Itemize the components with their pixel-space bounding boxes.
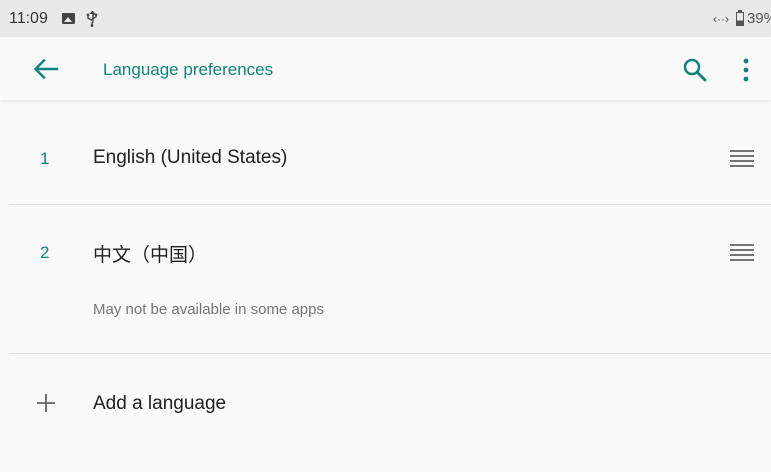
battery-percent: 39% (746, 10, 771, 27)
search-icon[interactable] (682, 57, 708, 83)
drag-handle-icon[interactable] (730, 149, 754, 167)
language-note: May not be available in some apps (93, 301, 324, 318)
status-right: ‹··› 39% (712, 9, 771, 27)
image-icon (61, 13, 75, 24)
status-left: 11:09 (9, 10, 99, 28)
drag-handle-icon[interactable] (730, 243, 754, 261)
list-item-language-2[interactable]: 2 中文（中国） May not be available in some ap… (0, 205, 771, 353)
add-language-button[interactable]: Add a language (0, 354, 771, 454)
status-time: 11:09 (9, 9, 48, 27)
app-bar: Language preferences (0, 37, 771, 100)
page-title: Language preferences (103, 60, 274, 79)
data-transfer-icon: ‹··› (712, 11, 729, 26)
add-language-label: Add a language (93, 393, 227, 414)
usb-icon (86, 10, 98, 27)
language-label: English (United States) (93, 147, 288, 168)
language-order-number: 2 (40, 243, 50, 262)
battery-icon (735, 9, 744, 26)
back-arrow-icon[interactable] (33, 57, 59, 81)
more-vert-icon[interactable] (740, 57, 752, 83)
list-item-language-1[interactable]: 1 English (United States) (0, 101, 771, 204)
language-order-number: 1 (40, 149, 50, 168)
plus-icon (37, 394, 55, 412)
language-label: 中文（中国） (93, 245, 208, 266)
status-bar: 11:09 ‹··› 39% (0, 0, 771, 37)
